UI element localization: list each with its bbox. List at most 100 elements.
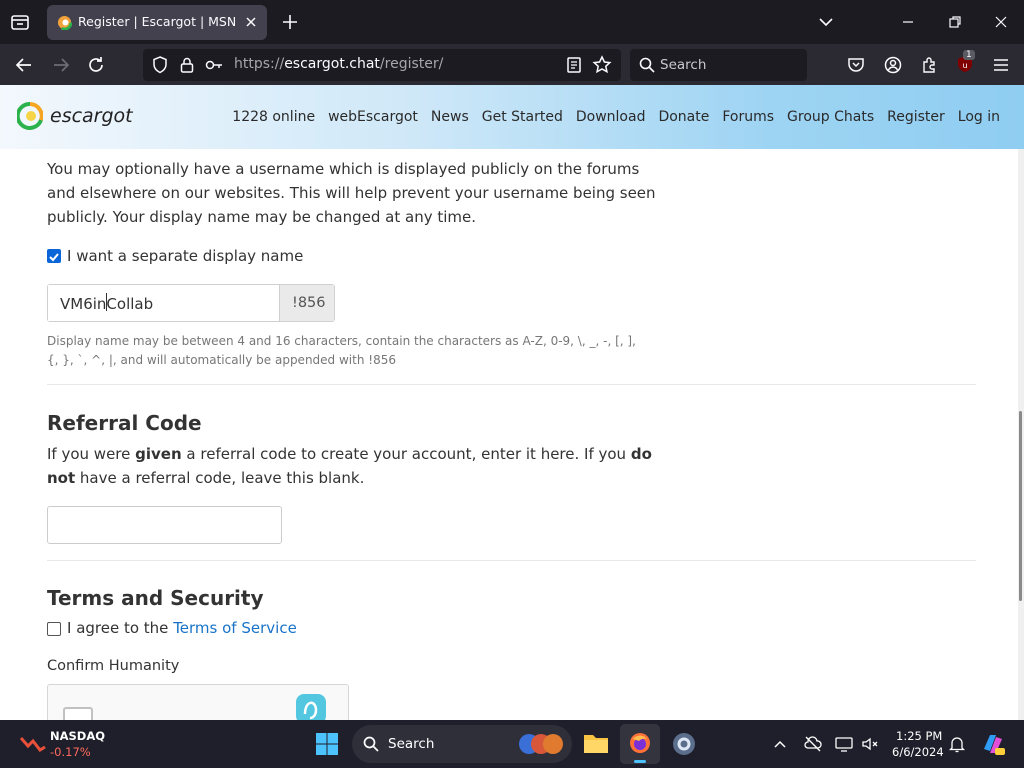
checkmark-icon xyxy=(49,253,59,262)
referral-text-1: If you were xyxy=(47,445,136,463)
nav-get-started[interactable]: Get Started xyxy=(482,109,563,125)
windows-taskbar: NASDAQ -0.17% Search 1:25 PM 6/6/2024 xyxy=(0,720,1024,768)
active-tab[interactable]: Register | Escargot | MSN Messenger xyxy=(47,5,267,40)
chevron-up-icon[interactable] xyxy=(772,737,788,751)
separate-display-name-label[interactable]: I want a separate display name xyxy=(67,247,303,265)
captcha-widget xyxy=(47,684,349,720)
referral-description: If you were given a referral code to cre… xyxy=(47,442,657,490)
nav-download[interactable]: Download xyxy=(576,109,646,125)
referral-bold-given: given xyxy=(135,445,182,463)
page-scrollbar[interactable] xyxy=(1018,149,1024,720)
nav-group-chats[interactable]: Group Chats xyxy=(787,109,874,125)
nav-webescargot[interactable]: webEscargot xyxy=(328,109,418,125)
permissions-key-icon[interactable] xyxy=(203,54,225,76)
account-icon[interactable] xyxy=(882,54,904,76)
firefox-icon xyxy=(630,733,650,753)
volume-muted-icon[interactable] xyxy=(860,734,880,754)
terms-heading: Terms and Security xyxy=(47,586,264,610)
stock-chart-icon xyxy=(20,737,46,752)
close-window-icon[interactable] xyxy=(991,12,1011,32)
section-divider xyxy=(47,384,976,385)
referral-text-3: have a referral code, leave this blank. xyxy=(75,469,365,487)
svg-text:u: u xyxy=(962,61,967,70)
active-app-indicator xyxy=(634,760,646,763)
confirm-humanity-label: Confirm Humanity xyxy=(47,658,180,674)
terms-label-text: I agree to the xyxy=(67,619,174,637)
site-logo-text[interactable]: escargot xyxy=(50,105,133,127)
nav-forums[interactable]: Forums xyxy=(722,109,774,125)
close-tab-icon[interactable] xyxy=(243,14,259,30)
notification-bell-icon[interactable] xyxy=(947,734,967,754)
separate-display-name-checkbox[interactable] xyxy=(47,249,61,263)
firefox-taskbar-button[interactable] xyxy=(620,724,660,764)
reload-icon[interactable] xyxy=(85,54,107,76)
file-explorer-icon[interactable] xyxy=(583,731,609,755)
search-icon xyxy=(363,736,379,752)
taskbar-search-placeholder: Search xyxy=(388,736,435,752)
tab-list-icon[interactable] xyxy=(8,10,32,34)
url-host: escargot.chat xyxy=(284,56,380,72)
bookmark-star-icon[interactable] xyxy=(591,54,613,76)
text-cursor xyxy=(106,293,107,311)
back-arrow-icon[interactable] xyxy=(13,54,35,76)
site-header: escargot 1228 online webEscargot News Ge… xyxy=(0,85,1024,149)
browser-search-placeholder: Search xyxy=(660,57,707,73)
taskbar-search[interactable]: Search xyxy=(352,725,572,763)
nav-news[interactable]: News xyxy=(431,109,469,125)
registration-form: You may optionally have a username which… xyxy=(0,149,1018,720)
new-tab-icon[interactable] xyxy=(280,12,300,32)
terms-label[interactable]: I agree to the Terms of Service xyxy=(67,619,297,637)
captcha-checkbox[interactable] xyxy=(63,707,93,720)
nav-donate[interactable]: Donate xyxy=(658,109,709,125)
nav-login[interactable]: Log in xyxy=(958,109,1000,125)
display-name-suffix: !856 xyxy=(279,285,334,321)
referral-text-2: a referral code to create your account, … xyxy=(181,445,631,463)
url-scheme: https:// xyxy=(234,56,285,72)
tab-title: Register | Escargot | MSN Messenger xyxy=(78,14,238,29)
clock-time[interactable]: 1:25 PM xyxy=(896,729,942,743)
terms-of-service-link[interactable]: Terms of Service xyxy=(173,619,297,637)
escargot-favicon-icon xyxy=(57,15,72,30)
hamburger-menu-icon[interactable] xyxy=(990,54,1012,76)
escargot-logo-icon[interactable] xyxy=(17,102,43,130)
scrollbar-thumb[interactable] xyxy=(1019,411,1022,601)
cloud-offline-icon[interactable] xyxy=(803,734,823,754)
chevron-down-icon[interactable] xyxy=(816,13,836,31)
search-icon xyxy=(639,57,655,73)
browser-nav-bar: https://escargot.chat/register/ Search u… xyxy=(0,44,1024,85)
extension-badge: 1 xyxy=(963,50,975,60)
windows-start-icon[interactable] xyxy=(315,732,339,756)
clock-date[interactable]: 6/6/2024 xyxy=(892,745,944,759)
section-divider xyxy=(47,560,976,561)
restore-icon[interactable] xyxy=(945,12,965,32)
settings-gear-icon[interactable] xyxy=(671,731,697,757)
reader-view-icon[interactable] xyxy=(563,54,585,76)
address-bar[interactable]: https://escargot.chat/register/ xyxy=(143,49,621,81)
referral-heading: Referral Code xyxy=(47,411,202,435)
nav-online-count: 1228 online xyxy=(232,109,316,125)
forward-arrow-icon[interactable] xyxy=(50,54,72,76)
display-name-input[interactable]: VM6inCollab xyxy=(48,285,279,321)
url-path: /register/ xyxy=(379,56,444,72)
nav-register[interactable]: Register xyxy=(887,109,945,125)
referral-code-input[interactable] xyxy=(47,506,282,544)
display-name-help: Display name may be between 4 and 16 cha… xyxy=(47,334,636,367)
extensions-icon[interactable] xyxy=(918,54,940,76)
terms-checkbox[interactable] xyxy=(47,622,61,636)
stock-name[interactable]: NASDAQ xyxy=(50,729,105,743)
display-name-suffix-text: !856 xyxy=(292,295,326,311)
stock-change: -0.17% xyxy=(50,745,91,759)
shield-icon[interactable] xyxy=(149,54,171,76)
pocket-icon[interactable] xyxy=(845,54,867,76)
captcha-logo-icon xyxy=(296,694,326,720)
display-name-intro: You may optionally have a username which… xyxy=(47,160,656,226)
browser-tab-bar: Register | Escargot | MSN Messenger xyxy=(0,0,1024,44)
browser-search-bar[interactable]: Search xyxy=(630,49,807,81)
copilot-icon[interactable] xyxy=(980,731,1006,757)
display-icon[interactable] xyxy=(834,734,854,754)
display-name-group: VM6inCollab !856 xyxy=(47,284,335,322)
lock-icon[interactable] xyxy=(176,54,198,76)
minimize-icon[interactable] xyxy=(898,12,918,32)
ublock-icon[interactable]: u 1 xyxy=(954,50,976,75)
url-text: https://escargot.chat/register/ xyxy=(234,56,443,72)
